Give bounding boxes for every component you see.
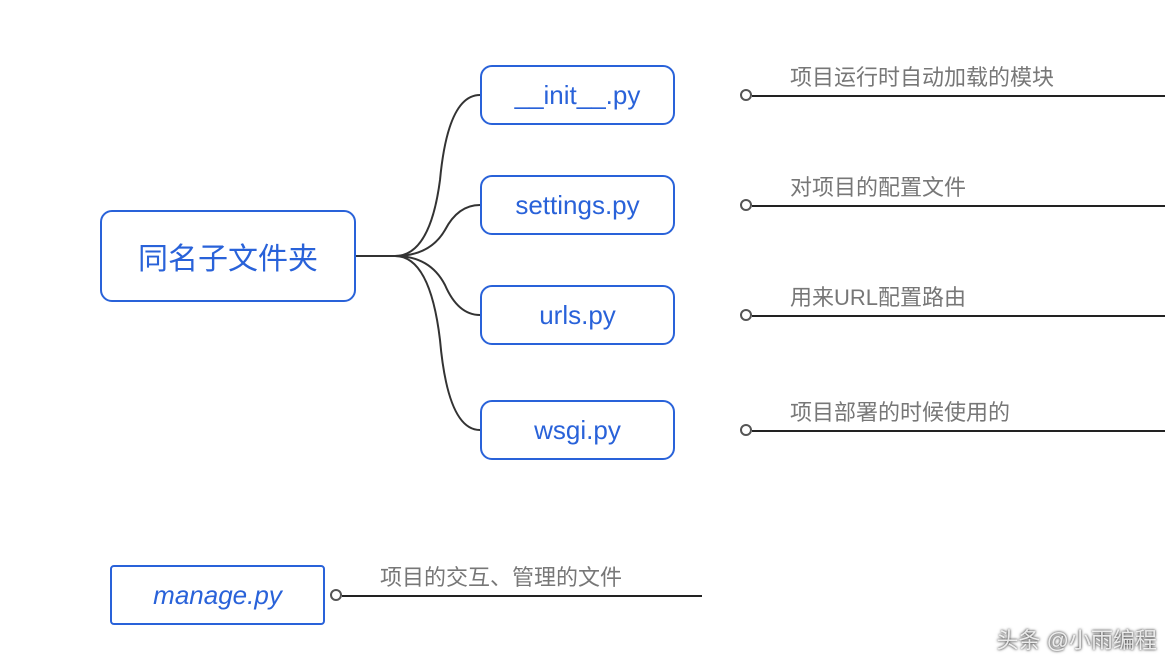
child-node-init: __init__.py — [480, 65, 675, 125]
child-desc: 项目部署的时候使用的 — [790, 395, 1010, 427]
child-node-urls: urls.py — [480, 285, 675, 345]
manage-label: manage.py — [153, 580, 282, 611]
child-desc: 项目运行时自动加载的模块 — [790, 60, 1054, 92]
connector-dot-icon — [330, 589, 342, 601]
child-node-wsgi: wsgi.py — [480, 400, 675, 460]
watermark: 头条 @小雨编程 — [997, 623, 1157, 655]
connector-dot-icon — [740, 89, 752, 101]
root-label: 同名子文件夹 — [138, 234, 318, 278]
root-node: 同名子文件夹 — [100, 210, 356, 302]
connector-dot-icon — [740, 309, 752, 321]
connector-dot-icon — [740, 424, 752, 436]
child-label: settings.py — [515, 190, 639, 221]
manage-desc: 项目的交互、管理的文件 — [380, 560, 622, 592]
child-node-settings: settings.py — [480, 175, 675, 235]
desc-underline — [752, 430, 1165, 432]
manage-node: manage.py — [110, 565, 325, 625]
child-desc: 用来URL配置路由 — [790, 280, 966, 312]
child-label: urls.py — [539, 300, 616, 331]
desc-underline — [342, 595, 702, 597]
desc-underline — [752, 205, 1165, 207]
connector-dot-icon — [740, 199, 752, 211]
child-desc: 对项目的配置文件 — [790, 170, 966, 202]
child-label: __init__.py — [515, 80, 641, 111]
desc-underline — [752, 95, 1165, 97]
child-label: wsgi.py — [534, 415, 621, 446]
desc-underline — [752, 315, 1165, 317]
